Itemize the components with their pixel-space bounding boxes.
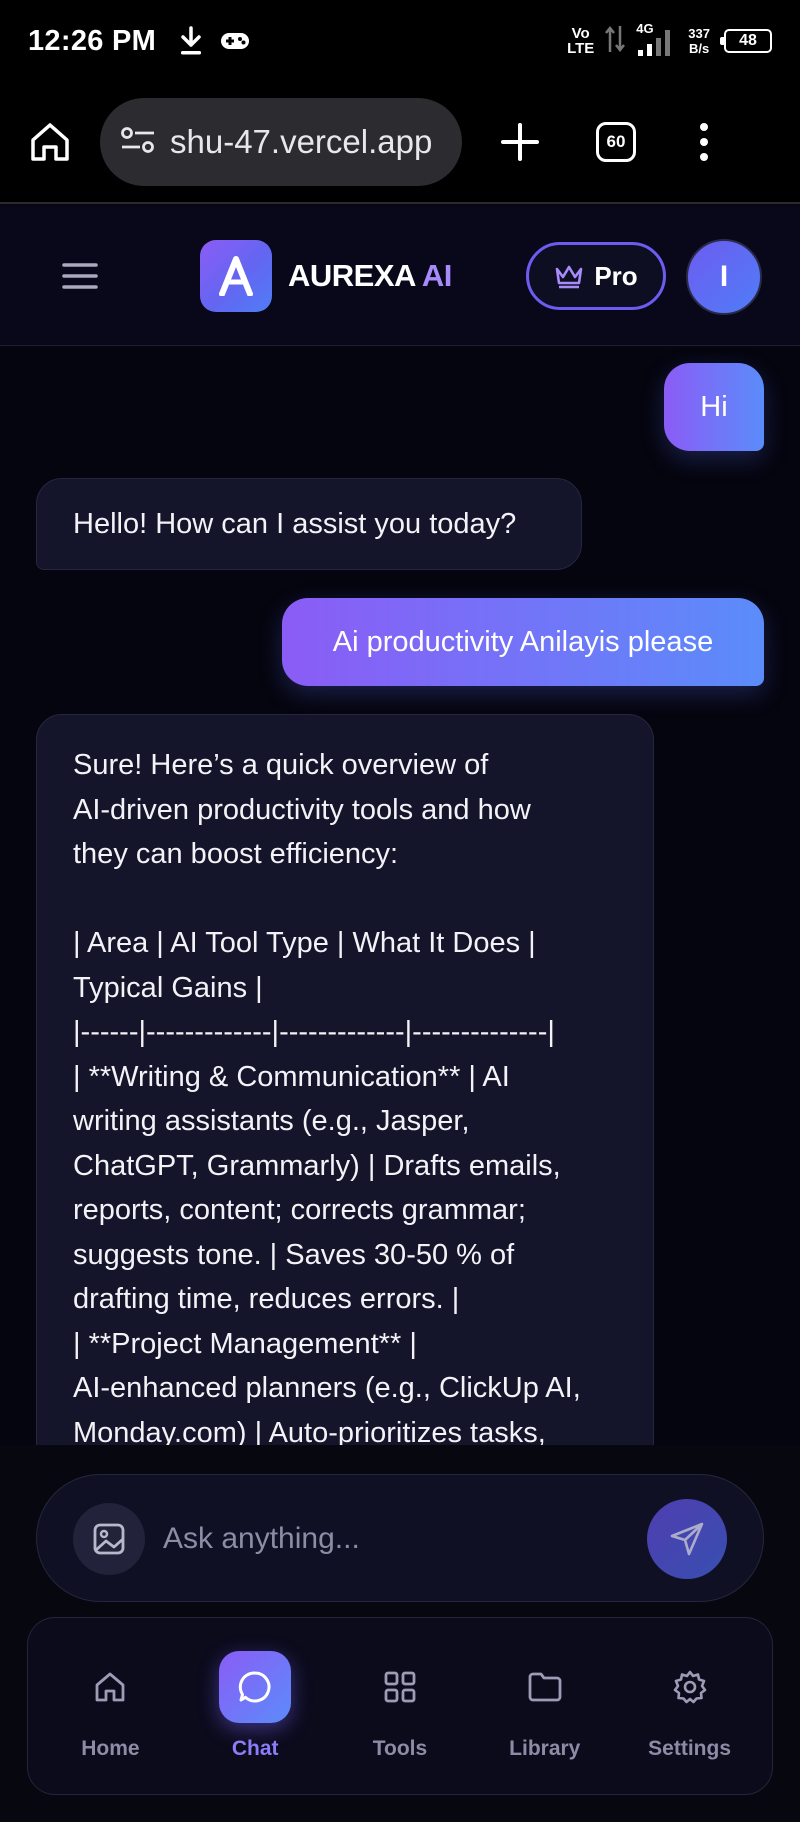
message-text: Sure! Here’s a quick overview of AI-driv… <box>73 749 581 1445</box>
message-input[interactable] <box>163 1509 623 1569</box>
battery-level: 48 <box>739 32 757 49</box>
nav-item-home[interactable]: Home <box>40 1651 180 1761</box>
overflow-menu-icon[interactable] <box>698 122 710 162</box>
nav-label: Library <box>509 1737 581 1760</box>
nav-label: Settings <box>648 1737 731 1760</box>
app-header: AUREXA AI Pro I <box>0 206 800 346</box>
gear-icon <box>654 1651 726 1723</box>
home-icon <box>74 1651 146 1723</box>
brand-name-suffix: AI <box>421 258 453 293</box>
url-text[interactable]: shu-47.vercel.app <box>170 123 432 161</box>
send-icon <box>670 1522 704 1556</box>
message-text: Hi <box>700 390 728 423</box>
crown-icon <box>556 265 583 289</box>
hamburger-menu-icon[interactable] <box>60 256 100 296</box>
game-controller-icon <box>220 30 250 52</box>
net-speed: 337 B/s <box>688 26 710 56</box>
data-arrows-icon <box>604 24 626 59</box>
new-tab-icon[interactable] <box>500 122 540 162</box>
message-composer <box>36 1474 764 1602</box>
attach-image-button[interactable] <box>73 1503 145 1575</box>
address-bar[interactable]: shu-47.vercel.app <box>100 98 462 186</box>
tab-switcher-button[interactable]: 60 <box>596 122 636 162</box>
nav-label: Tools <box>372 1737 428 1760</box>
user-message: Ai productivity Anilayis please <box>282 598 764 686</box>
download-icon <box>178 26 204 56</box>
tab-count: 60 <box>596 122 636 162</box>
folder-icon <box>509 1651 581 1723</box>
assistant-message: Hello! How can I assist you today? <box>36 478 582 570</box>
nav-item-tools[interactable]: Tools <box>330 1651 470 1761</box>
volte-indicator: Vo LTE <box>567 25 595 57</box>
signal-icon: 4G <box>636 21 678 57</box>
send-button[interactable] <box>647 1499 727 1579</box>
chat-messages[interactable]: Hi Hello! How can I assist you today? Ai… <box>0 347 800 1445</box>
user-avatar[interactable]: I <box>686 239 762 315</box>
brand-name-main: AUREXA <box>288 258 416 293</box>
brand-name: AUREXA AI <box>288 258 452 294</box>
pro-upgrade-button[interactable]: Pro <box>526 242 666 310</box>
browser-toolbar: shu-47.vercel.app 60 <box>0 82 800 204</box>
site-settings-icon[interactable] <box>120 125 156 160</box>
message-text: Ai productivity Anilayis please <box>332 625 714 658</box>
bottom-navigation: Home Chat Tools Library Settings <box>27 1617 773 1795</box>
grid-icon <box>364 1651 436 1723</box>
nav-label: Home <box>81 1737 140 1760</box>
battery-icon: 48 <box>720 29 772 53</box>
user-message: Hi <box>664 363 764 451</box>
network-label: 4G <box>636 21 654 36</box>
nav-item-library[interactable]: Library <box>475 1651 615 1761</box>
chat-icon <box>219 1651 292 1723</box>
browser-home-icon[interactable] <box>28 120 72 164</box>
avatar-initial: I <box>719 260 729 293</box>
nav-item-settings[interactable]: Settings <box>620 1651 760 1761</box>
assistant-message: Sure! Here’s a quick overview of AI-driv… <box>36 714 654 1445</box>
nav-item-chat[interactable]: Chat <box>185 1651 325 1761</box>
nav-label: Chat <box>231 1737 279 1760</box>
logo-a-icon <box>219 256 253 296</box>
brand-logo[interactable] <box>200 240 272 312</box>
status-time: 12:26 PM <box>28 24 157 57</box>
pro-label: Pro <box>594 260 638 291</box>
message-text: Hello! How can I assist you today? <box>73 507 517 540</box>
status-bar: 12:26 PM Vo LTE 4G 337 B/s 48 <box>0 0 800 82</box>
image-icon <box>93 1523 125 1555</box>
